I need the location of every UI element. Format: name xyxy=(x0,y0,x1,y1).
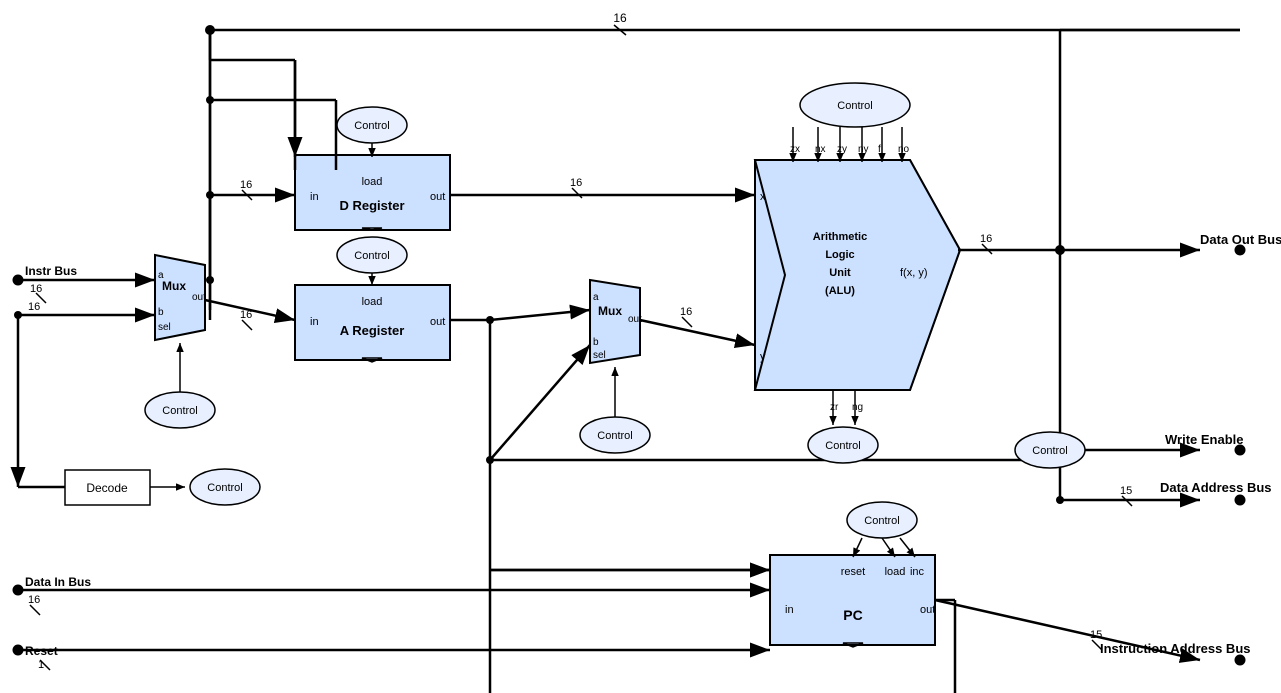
alu-out-16: 16 xyxy=(980,233,992,245)
pc-control: Control xyxy=(864,515,899,527)
data-in-bus-label: Data In Bus xyxy=(25,575,91,589)
alu-label1: Arithmetic xyxy=(813,231,867,243)
d-reg-in-16: 16 xyxy=(240,179,252,191)
a-reg-control: Control xyxy=(354,250,389,262)
pc-out: out xyxy=(920,604,935,616)
alu-zx: zx xyxy=(790,144,800,155)
a-reg-in: in xyxy=(310,316,319,328)
alu-zy: zy xyxy=(837,144,847,155)
pc-out-15: 15 xyxy=(1090,629,1102,641)
mux1-sel: sel xyxy=(158,322,171,333)
d-reg-control: Control xyxy=(354,120,389,132)
instruction-address-bus-label: Instruction Address Bus xyxy=(1100,641,1250,656)
alu-label4: (ALU) xyxy=(825,285,855,297)
alu-ng: ng xyxy=(852,402,863,413)
alu-label3: Unit xyxy=(829,267,851,279)
pc-inc: inc xyxy=(910,566,925,578)
data-out-bus-label: Data Out Bus xyxy=(1200,232,1281,247)
instr-bus-16b: 16 xyxy=(28,301,40,313)
a-reg-label: A Register xyxy=(340,323,405,338)
pc-label: PC xyxy=(843,607,862,623)
mux2-sel: sel xyxy=(593,350,606,361)
alu-zr: zr xyxy=(830,402,839,413)
a-reg-out: out xyxy=(430,316,445,328)
d-reg-in: in xyxy=(310,191,319,203)
mux2-control: Control xyxy=(597,430,632,442)
a-reg-load: load xyxy=(362,296,383,308)
mux1-a: a xyxy=(158,270,164,281)
d-reg-out-16: 16 xyxy=(570,177,582,189)
alu-fxy: f(x, y) xyxy=(900,267,928,279)
data-address-bus-label: Data Address Bus xyxy=(1160,480,1272,495)
alu-x: x xyxy=(760,191,766,203)
mux2-out: out xyxy=(628,314,642,325)
data-in-16: 16 xyxy=(28,594,40,606)
alu-f: f xyxy=(878,144,881,155)
alu-bottom-control: Control xyxy=(825,440,860,452)
mux2-a: a xyxy=(593,292,599,303)
bus-16-top: 16 xyxy=(613,11,627,25)
mux2-out-16: 16 xyxy=(680,306,692,318)
mux1-b: b xyxy=(158,307,164,318)
alu-label2: Logic xyxy=(825,249,854,261)
mux1-out: out xyxy=(192,292,206,303)
mux2-b: b xyxy=(593,337,599,348)
decode-label: Decode xyxy=(86,481,128,495)
d-reg-label: D Register xyxy=(339,198,404,213)
mux1-control: Control xyxy=(162,405,197,417)
instr-bus-label: Instr Bus xyxy=(25,264,77,278)
pc-load: load xyxy=(885,566,906,578)
alu-y: y xyxy=(760,351,766,363)
pc-in: in xyxy=(785,604,794,616)
alu-no: no xyxy=(898,144,910,155)
mux2-label: Mux xyxy=(598,304,622,318)
alu-ny: ny xyxy=(858,144,869,155)
write-enable-label: Write Enable xyxy=(1165,432,1244,447)
d-reg-load: load xyxy=(362,176,383,188)
write-enable-control: Control xyxy=(1032,445,1067,457)
alu-nx: nx xyxy=(815,144,826,155)
d-reg-out: out xyxy=(430,191,445,203)
pc-reset: reset xyxy=(841,566,865,578)
data-addr-15: 15 xyxy=(1120,485,1132,497)
alu-control: Control xyxy=(837,100,872,112)
decode-control: Control xyxy=(207,482,242,494)
mux1-label: Mux xyxy=(162,279,186,293)
